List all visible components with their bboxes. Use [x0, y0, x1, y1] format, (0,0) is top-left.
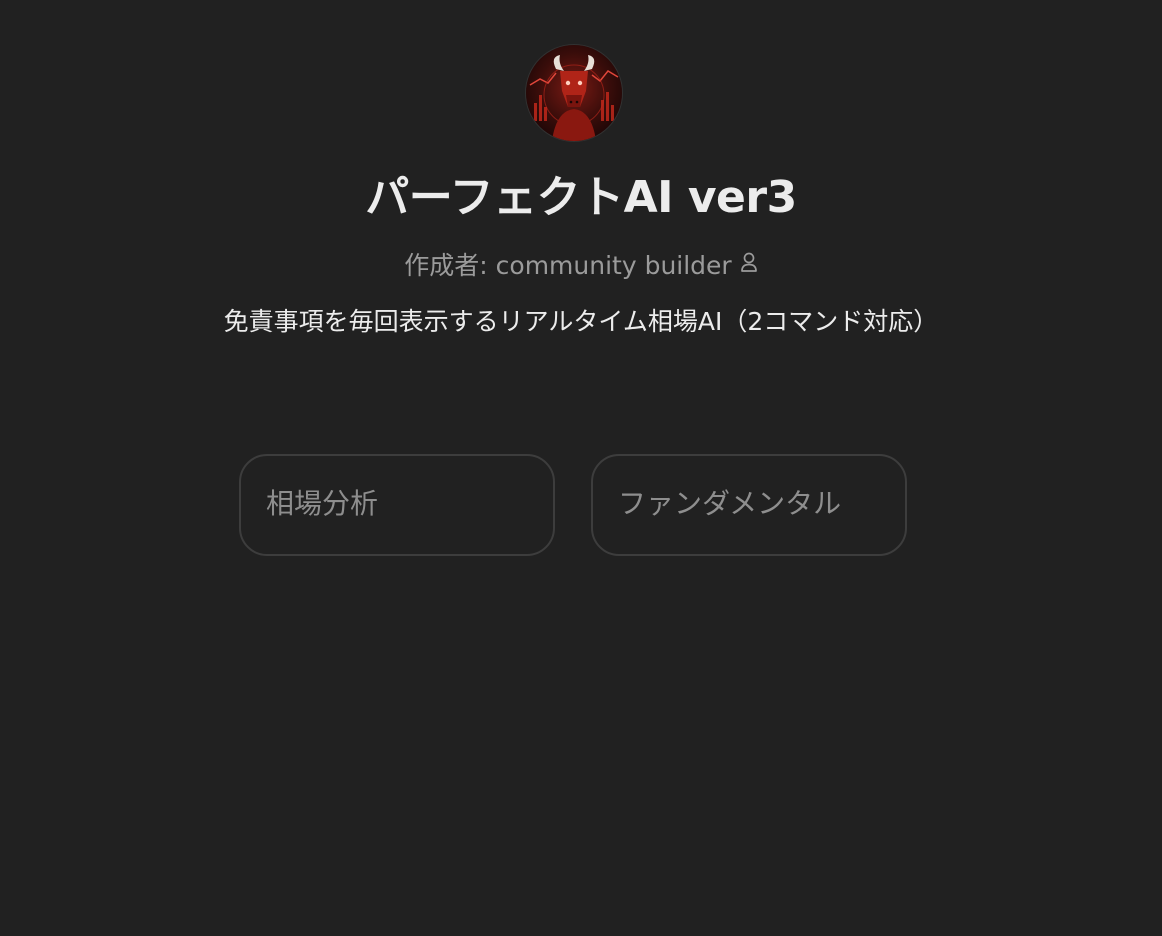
gpt-description: 免責事項を毎回表示するリアルタイム相場AI（2コマンド対応） [223, 307, 939, 336]
conversation-starter-market-analysis[interactable]: 相場分析 [239, 454, 555, 556]
conversation-starter-fundamentals[interactable]: ファンダメンタル [591, 454, 907, 556]
gpt-author[interactable]: 作成者: community builder [0, 249, 1162, 283]
gpt-landing-page: パーフェクトAI ver3 作成者: community builder 免責事… [0, 0, 1162, 936]
gpt-avatar [526, 45, 622, 141]
gpt-title: パーフェクトAI ver3 [365, 172, 797, 223]
starter-label: ファンダメンタル [618, 487, 842, 520]
bull-logo-icon [526, 45, 622, 141]
author-label: 作成者: community builder [404, 251, 732, 280]
starter-label: 相場分析 [266, 487, 379, 520]
person-icon [740, 248, 758, 282]
